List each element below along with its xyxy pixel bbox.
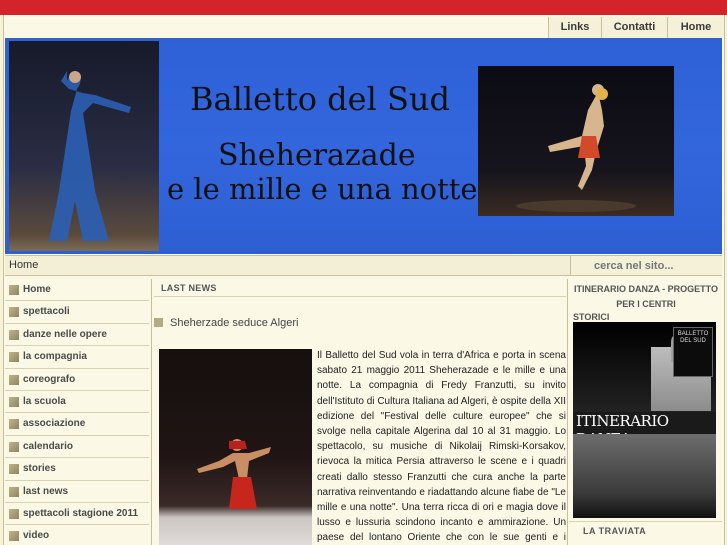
bullet-icon <box>9 329 19 340</box>
bullet-icon <box>9 419 19 430</box>
sidebar-item-video[interactable]: video <box>5 525 149 545</box>
bullet-icon <box>9 285 19 295</box>
sidebar-item-home[interactable]: Home <box>5 279 149 302</box>
bullet-icon <box>9 508 19 519</box>
right-column: ITINERARIO DANZA - PROGETTO PER I CENTRI… <box>569 279 722 545</box>
bullet-icon <box>9 464 19 475</box>
sidebar-item-associazione[interactable]: associazione <box>5 413 149 436</box>
news-title-text[interactable]: Sheherzade seduce Algeri <box>170 317 298 329</box>
news-photo <box>159 349 312 545</box>
dancer-silhouette-right <box>516 84 636 212</box>
ad-card: BALLETTO DEL SUD <box>673 327 713 377</box>
sidebar-item-last-news[interactable]: last news <box>5 481 149 503</box>
sidebar-item-danze-nelle-opere[interactable]: danze nelle opere <box>5 324 149 347</box>
bullet-icon <box>9 307 19 318</box>
top-red-bar <box>0 0 727 15</box>
itinerario-danza-banner[interactable]: BALLETTO DEL SUD ITINERARIO DANZA <box>573 322 716 518</box>
section-title-itinerario: ITINERARIO DANZA - PROGETTO PER I CENTRI <box>573 282 719 312</box>
sidebar-item-stories[interactable]: stories <box>5 458 149 481</box>
dancer-photo-left <box>9 41 159 251</box>
search-input[interactable] <box>570 256 722 275</box>
breadcrumb[interactable]: Home <box>9 259 38 271</box>
sidebar: Home spettacoli danze nelle opere la com… <box>5 279 149 545</box>
dancer-silhouette-left <box>49 71 131 241</box>
divider <box>154 296 566 297</box>
sidebar-item-la-scuola[interactable]: la scuola <box>5 391 149 414</box>
bullet-icon <box>9 352 19 363</box>
bullet-icon <box>9 441 19 452</box>
banner-subtitle-1: Sheherazade <box>218 138 416 173</box>
breadcrumb-bar: Home <box>5 255 722 276</box>
bullet-icon <box>9 486 19 497</box>
top-nav: Links Contatti Home <box>548 17 724 38</box>
header-banner: Balletto del Sud Sheherazade e le mille … <box>5 38 722 254</box>
ad-ground <box>573 434 716 518</box>
main-content: LAST NEWS Sheherzade seduce Algeri Il Ba… <box>154 279 566 545</box>
section-title-line: STORICI <box>573 312 610 322</box>
section-title-line: ITINERARIO DANZA - <box>573 284 666 294</box>
bullet-icon <box>9 396 19 407</box>
dancer-photo-right <box>478 66 674 216</box>
sidebar-item-coreografo[interactable]: coreografo <box>5 369 149 391</box>
section-title-la-traviata: LA TRAVIATA <box>583 526 647 536</box>
nav-home[interactable]: Home <box>667 17 724 38</box>
divider <box>569 521 722 522</box>
dancer-photo-news <box>197 439 271 509</box>
banner-subtitle-2: e le mille e una notte <box>167 172 478 206</box>
bullet-icon <box>154 318 163 327</box>
sidebar-item-spettacoli[interactable]: spettacoli <box>5 301 149 324</box>
column-divider <box>567 279 568 545</box>
news-body: Il Balletto del Sud vola in terra d'Afri… <box>317 350 566 544</box>
sidebar-item-spettacoli-stagione-2011[interactable]: spettacoli stagione 2011 <box>5 503 149 526</box>
bullet-icon <box>9 374 19 385</box>
sidebar-item-la-compagnia[interactable]: la compagnia <box>5 346 149 369</box>
banner-title: Balletto del Sud <box>190 80 450 118</box>
sidebar-item-calendario[interactable]: calendario <box>5 436 149 459</box>
nav-links[interactable]: Links <box>548 17 601 38</box>
ad-title: ITINERARIO DANZA <box>576 412 669 448</box>
column-divider <box>151 279 152 545</box>
section-title-last-news: LAST NEWS <box>161 283 217 293</box>
nav-contatti[interactable]: Contatti <box>601 17 667 38</box>
bullet-icon <box>9 531 19 542</box>
